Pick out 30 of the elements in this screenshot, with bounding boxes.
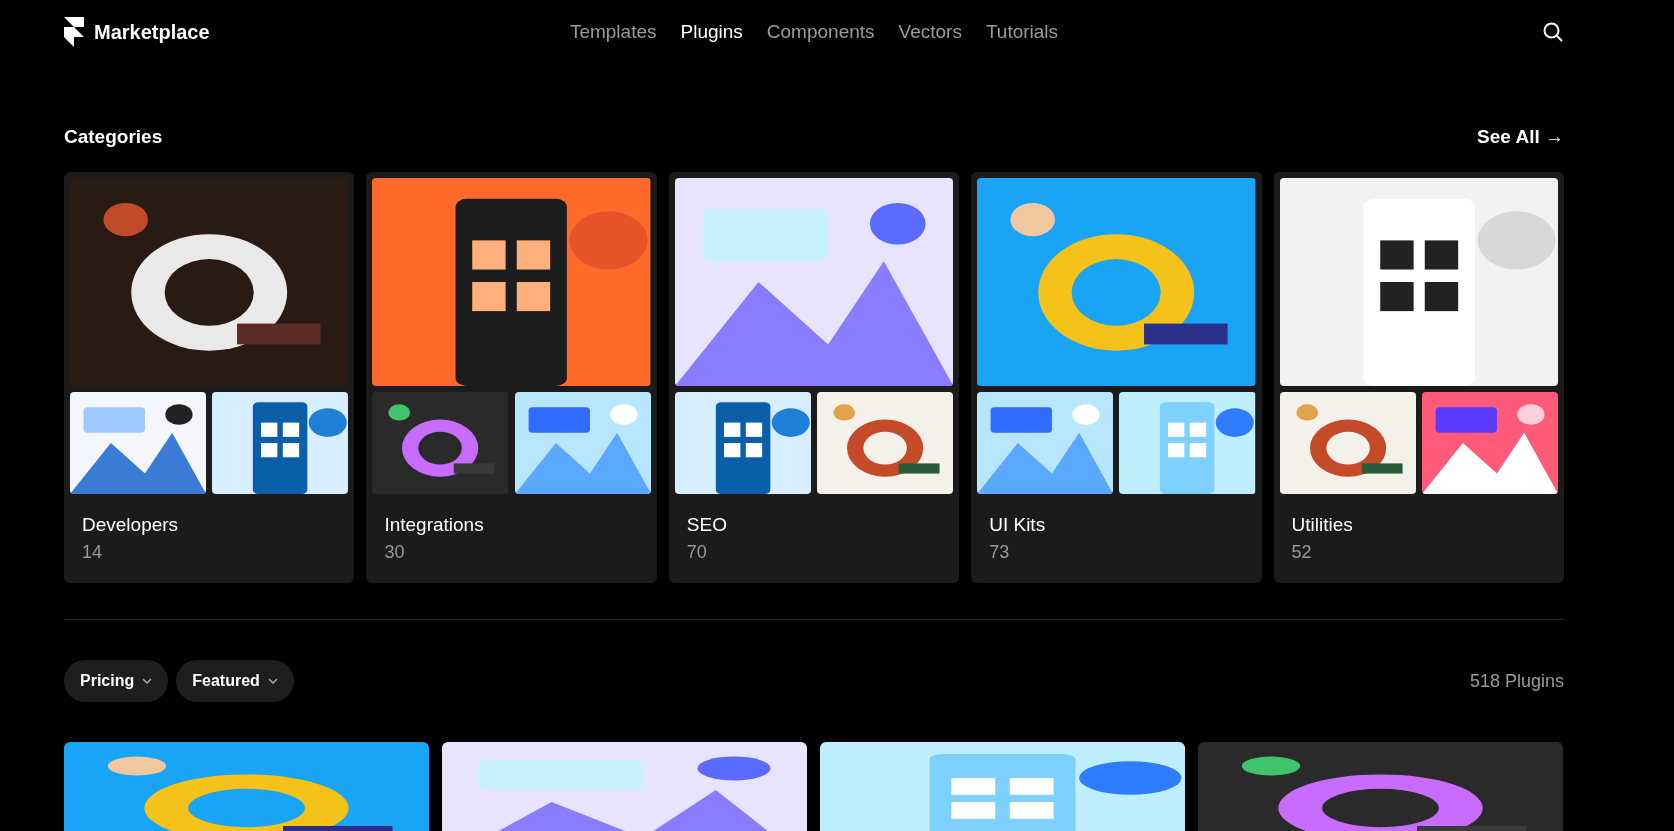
- filter-dropdown[interactable]: Featured: [176, 660, 294, 702]
- category-card[interactable]: Integrations 30: [366, 172, 657, 583]
- section-title: Categories: [64, 126, 163, 148]
- category-card[interactable]: Utilities 52: [1273, 172, 1564, 583]
- nav-tab[interactable]: Vectors: [898, 21, 962, 43]
- category-count: 14: [82, 542, 104, 563]
- caret-icon: [142, 678, 153, 684]
- brand-name[interactable]: Marketplace: [94, 20, 210, 44]
- see-all-link[interactable]: See All →: [1477, 126, 1564, 148]
- category-name: Utilities: [1291, 514, 1354, 536]
- category-name: Developers: [82, 514, 180, 536]
- search-icon[interactable]: [1542, 21, 1564, 43]
- nav-tab[interactable]: Plugins: [680, 21, 743, 43]
- nav-tab[interactable]: Templates: [569, 21, 657, 43]
- category-count: 52: [1291, 542, 1313, 563]
- logo-icon[interactable]: [64, 17, 84, 47]
- category-count: 70: [686, 542, 708, 563]
- category-name: UI Kits: [989, 514, 1047, 536]
- category-card[interactable]: SEO 70: [668, 172, 960, 583]
- category-name: Integrations: [384, 514, 485, 536]
- category-count: 30: [384, 542, 406, 563]
- nav-tab[interactable]: Components: [766, 21, 875, 43]
- nav-tab[interactable]: Tutorials: [985, 21, 1059, 43]
- filter-dropdown[interactable]: Pricing: [64, 660, 169, 702]
- category-count: 73: [989, 542, 1011, 563]
- caret-icon: [267, 678, 278, 684]
- category-name: SEO: [686, 514, 728, 536]
- category-card[interactable]: UI Kits 73: [971, 172, 1262, 583]
- category-card[interactable]: Developers 14: [64, 172, 355, 583]
- plugin-count: 518 Plugins: [1469, 670, 1564, 692]
